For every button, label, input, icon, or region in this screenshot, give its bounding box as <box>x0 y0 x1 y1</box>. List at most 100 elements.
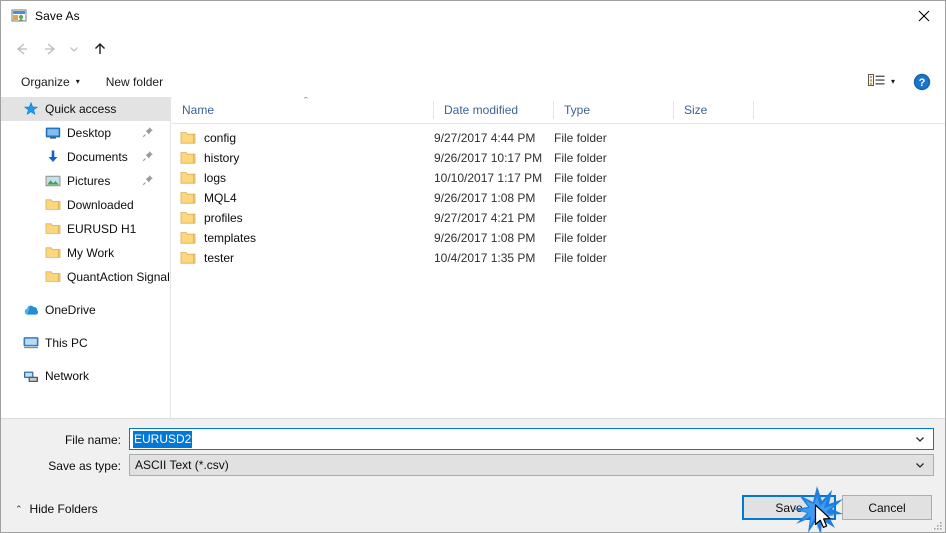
documents-download-icon <box>45 149 61 165</box>
save-as-type-dropdown-button[interactable] <box>909 455 931 475</box>
cell-name: profiles <box>172 208 243 228</box>
sidebar-item-eurusd-h1[interactable]: EURUSD H1 <box>1 217 170 241</box>
pin-icon <box>142 150 154 162</box>
recent-locations-button[interactable] <box>65 36 83 62</box>
cell-name: history <box>172 148 239 168</box>
sidebar-item-this-pc[interactable]: This PC <box>1 331 170 355</box>
table-row[interactable]: logs 10/10/2017 1:17 PM File folder <box>172 168 945 188</box>
navigation-pane: Quick access Desktop Documents Pictures Down… <box>1 97 171 418</box>
file-name-text: tester <box>204 251 235 265</box>
new-folder-button[interactable]: New folder <box>100 70 169 94</box>
cell-name: logs <box>172 168 226 188</box>
cell-type: File folder <box>554 251 607 265</box>
quick-access-star-icon <box>23 101 39 117</box>
column-header-size-label: Size <box>684 103 708 117</box>
hide-folders-button[interactable]: ⌃ Hide Folders <box>15 502 98 516</box>
save-button[interactable]: Save <box>742 495 836 520</box>
sidebar-item-label: EURUSD H1 <box>67 222 137 236</box>
save-as-type-value: ASCII Text (*.csv) <box>135 458 229 472</box>
toolbar-right-group: ▾ ? <box>864 67 939 97</box>
sidebar-item-network[interactable]: Network <box>1 364 170 388</box>
save-as-app-icon <box>11 8 27 24</box>
resize-grip-icon[interactable] <box>932 520 944 532</box>
sidebar-item-label: OneDrive <box>45 303 96 317</box>
sidebar-item-desktop[interactable]: Desktop <box>1 121 170 145</box>
folder-icon <box>45 245 61 261</box>
file-name-text: config <box>204 131 237 145</box>
window-title: Save As <box>35 9 80 23</box>
sidebar-item-label: Quick access <box>45 102 117 116</box>
file-name-value[interactable]: EURUSD2 <box>133 430 193 448</box>
pin-icon <box>142 174 154 186</box>
table-row[interactable]: history 9/26/2017 10:17 PM File folder <box>172 148 945 168</box>
chevron-up-icon: ⌃ <box>15 503 23 514</box>
cell-date-modified: 10/4/2017 1:35 PM <box>434 251 536 265</box>
up-one-level-button[interactable] <box>87 36 113 62</box>
sidebar-item-quick-access[interactable]: Quick access <box>1 97 170 121</box>
chevron-down-icon: ▾ <box>890 77 895 86</box>
pin-icon <box>142 126 154 138</box>
this-pc-monitor-icon <box>23 335 39 351</box>
pictures-icon <box>45 173 61 189</box>
organize-button[interactable]: Organize ▾ <box>15 70 86 94</box>
folder-icon <box>180 131 196 145</box>
column-header-type-label: Type <box>564 103 591 117</box>
svg-text:?: ? <box>919 77 926 89</box>
cell-name: tester <box>172 248 234 268</box>
file-name-dropdown-button[interactable] <box>909 429 931 449</box>
column-header-size[interactable]: Size <box>674 97 754 123</box>
sidebar-item-pictures[interactable]: Pictures <box>1 169 170 193</box>
desktop-icon <box>45 125 61 141</box>
table-row[interactable]: config 9/27/2017 4:44 PM File folder <box>172 128 945 148</box>
table-row[interactable]: templates 9/26/2017 1:08 PM File folder <box>172 228 945 248</box>
file-list-header: Name ⌃ Date modified Type Size <box>172 97 945 124</box>
sidebar-item-label: Desktop <box>67 126 112 140</box>
close-button[interactable] <box>901 1 945 31</box>
command-toolbar: Organize ▾ New folder ▾ ? <box>1 67 945 98</box>
file-name-text: history <box>204 151 240 165</box>
forward-button[interactable] <box>37 36 63 62</box>
column-divider[interactable] <box>753 101 754 119</box>
sidebar-item-onedrive[interactable]: OneDrive <box>1 298 170 322</box>
hide-folders-label: Hide Folders <box>29 502 98 516</box>
sidebar-item-my-work[interactable]: My Work <box>1 241 170 265</box>
folder-icon <box>180 211 196 225</box>
folder-icon <box>180 251 196 265</box>
onedrive-cloud-icon <box>23 302 39 318</box>
table-row[interactable]: MQL4 9/26/2017 1:08 PM File folder <box>172 188 945 208</box>
file-name-label: File name: <box>64 433 121 447</box>
sidebar-item-downloaded[interactable]: Downloaded <box>1 193 170 217</box>
save-as-dialog: Save As Search 915566BA06ADA40756... Org… <box>0 0 946 533</box>
sidebar-item-documents[interactable]: Documents <box>1 145 170 169</box>
column-header-name[interactable]: Name ⌃ <box>172 97 433 123</box>
change-view-button[interactable]: ▾ <box>864 70 899 94</box>
table-row[interactable]: tester 10/4/2017 1:35 PM File folder <box>172 248 945 268</box>
save-as-type-combobox[interactable]: ASCII Text (*.csv) <box>129 454 934 476</box>
table-row[interactable]: profiles 9/27/2017 4:21 PM File folder <box>172 208 945 228</box>
cell-date-modified: 9/27/2017 4:21 PM <box>434 211 536 225</box>
sort-ascending-icon: ⌃ <box>302 97 310 105</box>
column-header-type[interactable]: Type <box>554 97 674 123</box>
column-header-date-modified[interactable]: Date modified <box>434 97 554 123</box>
cell-name: templates <box>172 228 256 248</box>
back-button[interactable] <box>9 36 35 62</box>
sidebar-item-label: Documents <box>67 150 128 164</box>
file-name-text: logs <box>204 171 227 185</box>
cancel-button-label: Cancel <box>868 500 906 515</box>
folder-icon <box>45 221 61 237</box>
sidebar-item-label: Network <box>45 369 90 383</box>
sidebar-item-label: QuantAction Signal <box>67 270 170 284</box>
folder-icon <box>180 231 196 245</box>
cell-name: MQL4 <box>172 188 237 208</box>
change-view-icon <box>868 73 885 91</box>
cell-date-modified: 9/26/2017 1:08 PM <box>434 191 536 205</box>
chevron-down-icon: ▾ <box>75 77 80 86</box>
cancel-button[interactable]: Cancel <box>842 495 932 520</box>
help-button[interactable]: ? <box>913 73 931 91</box>
folder-icon <box>180 151 196 165</box>
network-icon <box>23 368 39 384</box>
sidebar-item-quantaction-signal[interactable]: QuantAction Signal <box>1 265 170 289</box>
file-name-field[interactable]: EURUSD2 <box>129 428 934 450</box>
save-as-type-label: Save as type: <box>48 459 121 473</box>
